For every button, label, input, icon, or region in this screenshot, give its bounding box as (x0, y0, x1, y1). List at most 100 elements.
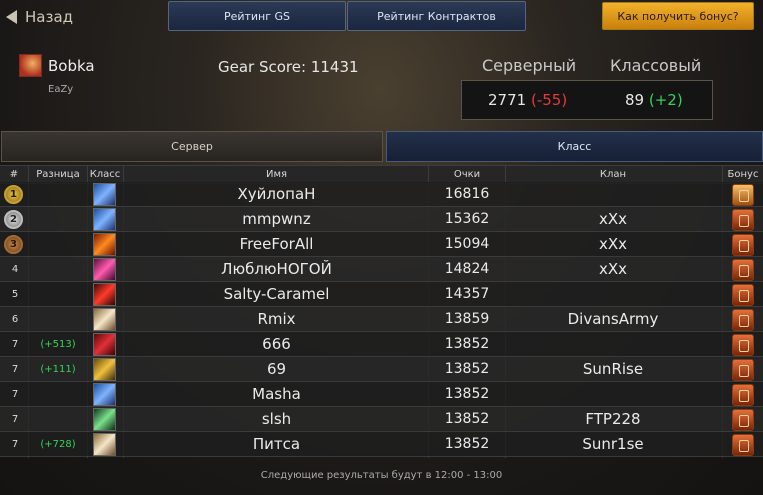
bonus-icon[interactable] (732, 184, 754, 206)
class-cell (93, 232, 117, 257)
rank-cell: 7 (11, 364, 19, 375)
bonus-icon[interactable] (732, 284, 754, 306)
name-cell: Rmix (257, 310, 296, 328)
rank-medal-icon: 1 (4, 185, 23, 204)
bonus-cell (732, 207, 756, 232)
diff-cell (30, 307, 86, 332)
back-arrow-icon (6, 10, 17, 24)
name-cell: 666 (262, 335, 291, 353)
diff-cell (30, 207, 86, 232)
table-row[interactable]: 1 ХуйлопаН 16816 (0, 182, 763, 207)
bonus-icon[interactable] (732, 409, 754, 431)
how-to-get-bonus-button[interactable]: Как получить бонус? (602, 2, 754, 30)
rank-medal-icon: 2 (4, 210, 23, 229)
bonus-cell (732, 257, 756, 282)
name-cell: Salty-Caramel (223, 285, 330, 303)
rank-cell: 6 (11, 314, 19, 325)
diff-cell (30, 232, 86, 257)
tab-class[interactable]: Класс (386, 131, 763, 162)
player-guild: EaZy (48, 84, 74, 95)
class-rank-title: Классовый (610, 56, 702, 75)
name-cell: ЛюблюНОГОЙ (221, 260, 332, 278)
bonus-cell (732, 432, 756, 457)
table-row[interactable]: 6 Rmix 13859 DivansArmy (0, 307, 763, 332)
table-row[interactable]: 7 slsh 13852 FTP228 (0, 407, 763, 432)
header-bonus: Бонус (727, 169, 759, 180)
bonus-cell (732, 357, 756, 382)
table-row[interactable]: 2 mmpwnz 15362 xXx (0, 207, 763, 232)
table-row[interactable]: 3 FreeForAll 15094 xXx (0, 232, 763, 257)
header-class: Класс (89, 169, 121, 180)
name-cell: ХуйлопаН (237, 185, 316, 203)
bonus-icon[interactable] (732, 309, 754, 331)
clan-cell (506, 382, 720, 407)
bonus-icon[interactable] (732, 434, 754, 456)
server-rank-title: Серверный (482, 56, 577, 75)
clan-cell (506, 332, 720, 357)
class-cell (93, 207, 117, 232)
bonus-icon[interactable] (732, 209, 754, 231)
score-cell: 14357 (444, 286, 490, 302)
name-cell: FreeForAll (239, 235, 314, 253)
bonus-cell (732, 382, 756, 407)
diff-cell: (+728) (40, 439, 76, 450)
class-cell (93, 332, 117, 357)
back-button[interactable]: Назад (6, 6, 73, 28)
name-cell: mmpwnz (242, 210, 311, 228)
class-icon (93, 208, 116, 231)
class-cell (93, 432, 117, 457)
table-row[interactable]: 5 Salty-Caramel 14357 (0, 282, 763, 307)
rank-cell: 7 (11, 439, 19, 450)
class-icon (93, 408, 116, 431)
bonus-cell (732, 282, 756, 307)
clan-cell (506, 282, 720, 307)
class-cell (93, 282, 117, 307)
back-label: Назад (25, 8, 74, 26)
clan-cell: xXx (598, 235, 628, 253)
rank-box: 2771 (-55) 89 (+2) (461, 80, 713, 120)
table-row[interactable]: 7 (+111) 69 13852 SunRise (0, 357, 763, 382)
bonus-icon[interactable] (732, 259, 754, 281)
class-cell (93, 357, 117, 382)
header-score: Очки (453, 169, 481, 180)
clan-cell: DivansArmy (567, 310, 659, 328)
server-rank-value: 2771 (488, 91, 527, 109)
clan-cell: xXx (598, 260, 628, 278)
tab-gs-rating[interactable]: Рейтинг GS (168, 1, 346, 31)
rank-cell: 7 (11, 414, 19, 425)
table-row[interactable]: 7 (+728) Питса 13852 Sunr1se (0, 432, 763, 457)
header-name: Имя (265, 169, 288, 180)
rank-cell: 5 (11, 289, 19, 300)
table-row[interactable]: 4 ЛюблюНОГОЙ 14824 xXx (0, 257, 763, 282)
tab-server[interactable]: Сервер (1, 131, 383, 162)
header-diff: Разница (36, 169, 80, 180)
class-rank-change: (+2) (648, 91, 683, 109)
score-cell: 13852 (444, 411, 490, 427)
score-cell: 16816 (444, 186, 490, 202)
class-icon (93, 283, 116, 306)
bonus-icon[interactable] (732, 334, 754, 356)
header-rank: # (9, 169, 19, 180)
clan-cell: SunRise (582, 360, 644, 378)
clan-cell: xXx (598, 210, 628, 228)
score-cell: 13859 (444, 311, 490, 327)
class-rank-value: 89 (625, 91, 645, 109)
bonus-cell (732, 407, 756, 432)
diff-cell: (+513) (40, 339, 76, 350)
score-cell: 13852 (444, 336, 490, 352)
class-icon (93, 258, 116, 281)
class-icon (93, 333, 116, 356)
bonus-icon[interactable] (732, 234, 754, 256)
class-icon (93, 383, 116, 406)
diff-cell (30, 257, 86, 282)
score-cell: 15094 (444, 236, 490, 252)
class-icon (93, 308, 116, 331)
tab-contract-rating[interactable]: Рейтинг Контрактов (347, 1, 526, 31)
table-row[interactable]: 7 (+513) 666 13852 (0, 332, 763, 357)
rank-cell: 7 (11, 339, 19, 350)
name-cell: Masha (252, 385, 301, 403)
bonus-icon[interactable] (732, 384, 754, 406)
table-row[interactable]: 7 Masha 13852 (0, 382, 763, 407)
class-icon (93, 433, 116, 456)
bonus-icon[interactable] (732, 359, 754, 381)
